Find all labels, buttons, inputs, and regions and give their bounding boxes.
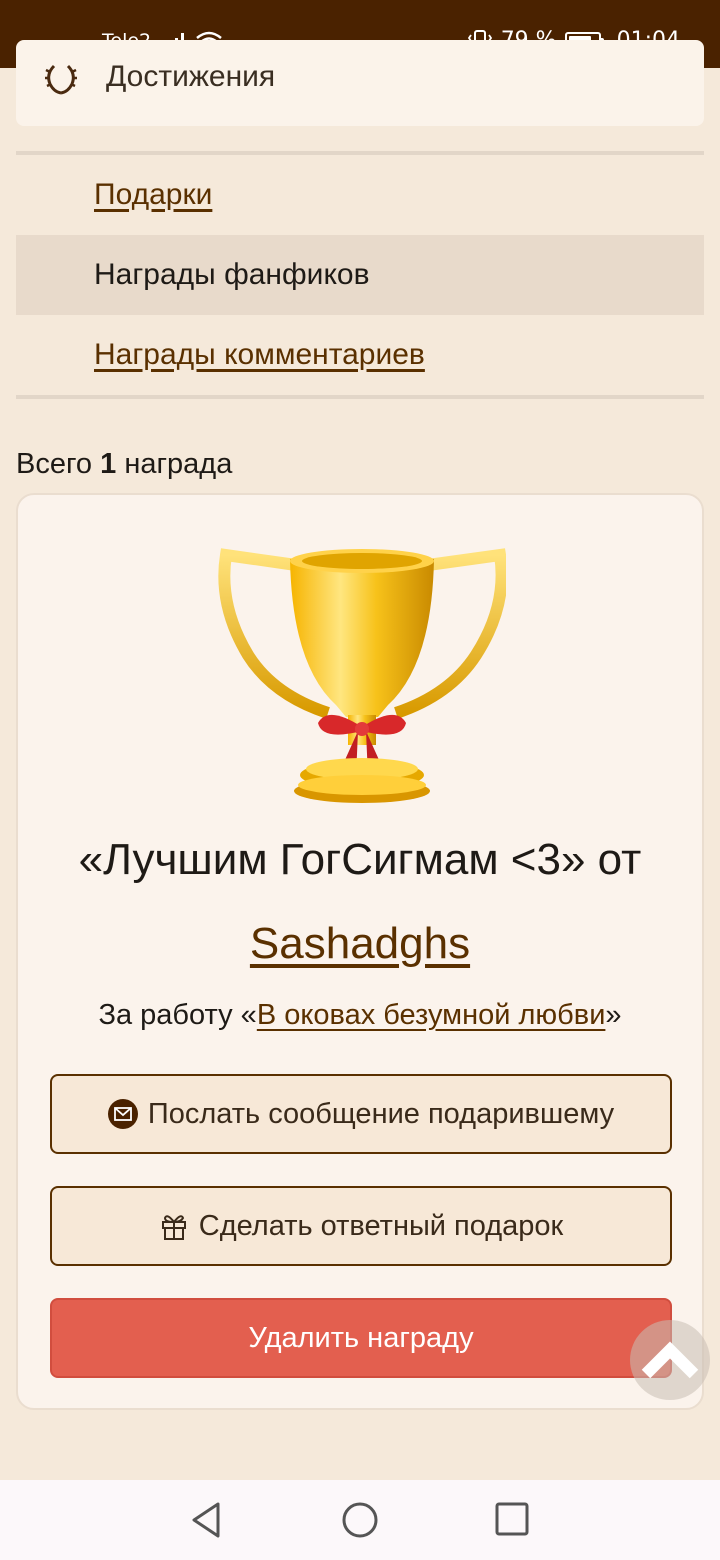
- award-giver: Sashadghs: [18, 919, 702, 969]
- scroll-top-button[interactable]: [630, 1320, 710, 1400]
- subnav-item-gifts[interactable]: Подарки: [16, 155, 704, 235]
- return-gift-label: Сделать ответный подарок: [198, 1209, 564, 1242]
- delete-award-button[interactable]: Удалить награду: [50, 1298, 672, 1378]
- total-count: 1: [100, 448, 117, 480]
- subnav-item-label: Награды фанфиков: [94, 258, 370, 291]
- award-work: За работу «В оковах безумной любви»: [18, 999, 702, 1032]
- awards-subnav: Подарки Награды фанфиков Награды коммент…: [16, 151, 704, 399]
- giver-link[interactable]: Sashadghs: [250, 919, 470, 968]
- recent-apps-icon[interactable]: [494, 1501, 530, 1537]
- chevron-up-icon: [641, 1341, 699, 1379]
- award-title: «Лучшим ГогСигмам <3» от: [78, 835, 642, 884]
- work-link[interactable]: В оковах безумной любви: [257, 999, 606, 1031]
- subnav-item-comment-awards[interactable]: Награды комментариев: [16, 315, 704, 395]
- system-navigation-bar: [0, 1480, 720, 1560]
- home-icon[interactable]: [341, 1501, 379, 1539]
- achievements-label: Достижения: [106, 60, 276, 93]
- total-prefix: Всего: [16, 448, 93, 480]
- envelope-icon: [107, 1099, 138, 1129]
- awards-total: Всего 1 награда: [16, 448, 232, 481]
- achievements-menu-item[interactable]: Достижения: [16, 40, 704, 126]
- work-suffix: »: [605, 999, 622, 1031]
- total-suffix: награда: [124, 448, 233, 480]
- trophy-cup-icon: [218, 548, 506, 803]
- delete-award-label: Удалить награду: [248, 1321, 474, 1354]
- send-message-label: Послать сообщение подарившему: [147, 1097, 615, 1130]
- back-icon[interactable]: [188, 1501, 226, 1539]
- work-prefix: За работу «: [98, 999, 257, 1031]
- laurel-wreath-icon: [45, 64, 77, 95]
- subnav-item-label: Награды комментариев: [94, 338, 425, 371]
- send-message-button[interactable]: Послать сообщение подарившему: [50, 1074, 672, 1154]
- return-gift-button[interactable]: Сделать ответный подарок: [50, 1186, 672, 1266]
- subnav-item-label: Подарки: [94, 178, 213, 211]
- subnav-item-fanfic-awards: Награды фанфиков: [16, 235, 704, 315]
- award-card: «Лучшим ГогСигмам <3» от Sashadghs За ра…: [16, 493, 704, 1410]
- gift-icon: [161, 1215, 186, 1240]
